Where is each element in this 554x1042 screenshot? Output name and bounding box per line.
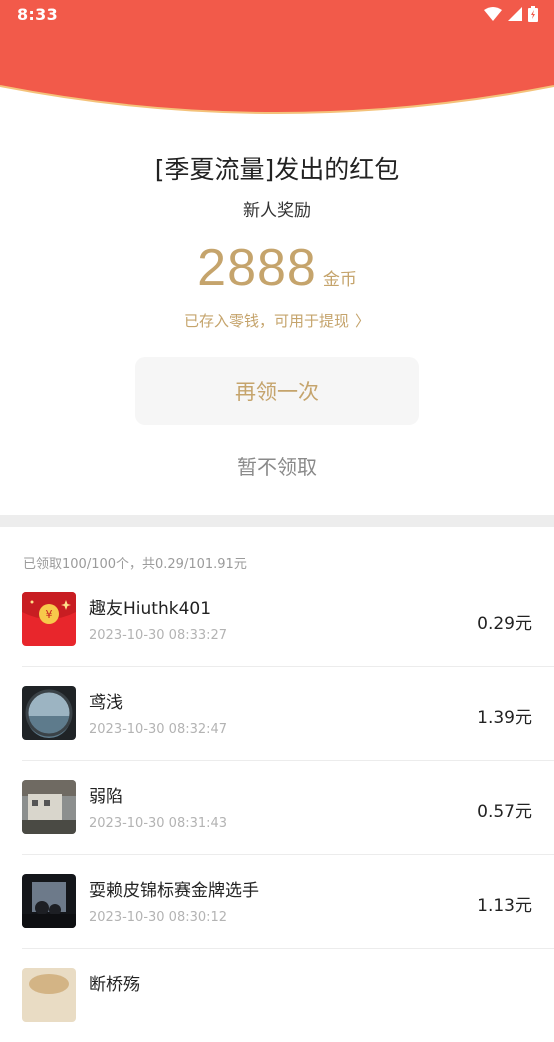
claimer-name: 鸢浅 bbox=[89, 693, 123, 713]
claim-amount: 0.57元 bbox=[477, 802, 532, 822]
battery-icon bbox=[528, 6, 538, 22]
header-curve bbox=[0, 0, 554, 114]
signal-icon bbox=[508, 7, 522, 21]
sea-window-avatar bbox=[22, 686, 76, 740]
header-banner: 8:33 bbox=[0, 0, 554, 122]
claimer-name: 弱陷 bbox=[89, 787, 123, 807]
list-item[interactable]: ¥ 趣友Hiuthk401 2023-10-30 08:33:27 0.29元 bbox=[22, 573, 554, 667]
wifi-icon bbox=[484, 7, 502, 21]
claim-amount: 1.13元 bbox=[477, 896, 532, 916]
claim-time: 2023-10-30 08:30:12 bbox=[89, 910, 228, 925]
list-item[interactable]: 耍赖皮锦标赛金牌选手 2023-10-30 08:30:12 1.13元 bbox=[22, 855, 554, 949]
dark-figures-avatar bbox=[22, 874, 76, 928]
red-envelope-avatar: ¥ bbox=[22, 592, 76, 646]
withdraw-link[interactable]: 已存入零钱，可用于提现〉 bbox=[0, 310, 554, 331]
claim-time: 2023-10-30 08:32:47 bbox=[89, 722, 228, 737]
claim-time: 2023-10-30 08:33:27 bbox=[89, 628, 228, 643]
envelope-subtitle: 新人奖励 bbox=[243, 201, 311, 221]
skip-button[interactable]: 暂不领取 bbox=[177, 450, 377, 484]
claimer-name: 断桥殇 bbox=[89, 975, 140, 995]
building-photo-avatar bbox=[22, 780, 76, 834]
claim-amount: 1.39元 bbox=[477, 708, 532, 728]
status-time: 8:33 bbox=[17, 5, 58, 24]
status-icons bbox=[484, 6, 538, 22]
claim-time: 2023-10-30 08:31:43 bbox=[89, 816, 228, 831]
amount-row: 2888 金币 bbox=[0, 238, 554, 298]
claim-summary: 已领取100/100个，共0.29/101.91元 bbox=[23, 557, 247, 572]
list-item[interactable]: 鸢浅 2023-10-30 08:32:47 1.39元 bbox=[22, 667, 554, 761]
amount-unit: 金币 bbox=[322, 270, 357, 290]
stored-text: 已存入零钱，可用于提现 bbox=[183, 312, 349, 330]
food-photo-avatar bbox=[22, 968, 76, 1022]
claim-list: ¥ 趣友Hiuthk401 2023-10-30 08:33:27 0.29元 … bbox=[0, 573, 554, 1042]
svg-text:¥: ¥ bbox=[46, 608, 53, 621]
claimer-name: 趣友Hiuthk401 bbox=[89, 599, 212, 619]
list-item[interactable]: 弱陷 2023-10-30 08:31:43 0.57元 bbox=[22, 761, 554, 855]
envelope-title: [季夏流量]发出的红包 bbox=[154, 155, 400, 184]
chevron-right-icon: 〉 bbox=[355, 312, 371, 330]
amount-value: 2888 bbox=[197, 239, 317, 297]
list-item[interactable]: 断桥殇 bbox=[22, 949, 554, 1042]
claimer-name: 耍赖皮锦标赛金牌选手 bbox=[89, 881, 259, 901]
claim-again-button[interactable]: 再领一次 bbox=[135, 357, 419, 425]
claim-amount: 0.29元 bbox=[477, 614, 532, 634]
section-divider bbox=[0, 515, 554, 527]
